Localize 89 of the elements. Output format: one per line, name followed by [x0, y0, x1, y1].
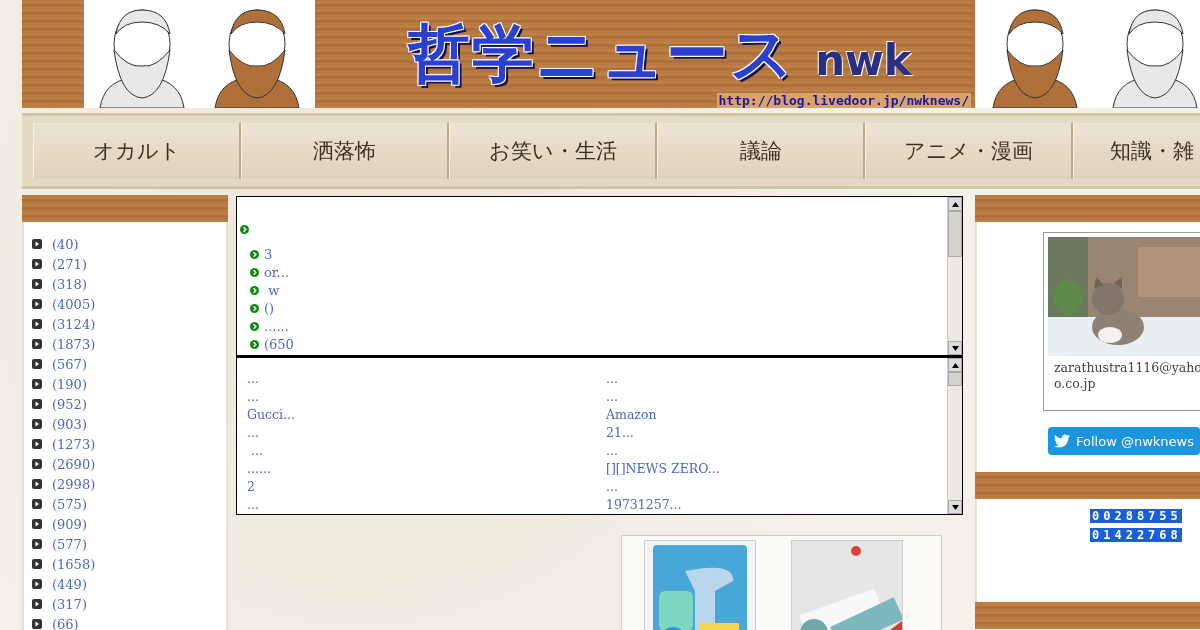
- category-link[interactable]: (577): [52, 536, 87, 552]
- category-link[interactable]: (190): [52, 376, 87, 392]
- site-title: 哲学ニュース: [408, 16, 796, 92]
- headline-link[interactable]: ......: [264, 318, 289, 334]
- triangle-square-icon: [32, 279, 42, 289]
- triangle-square-icon: [32, 419, 42, 429]
- nav-tab[interactable]: オカルト: [33, 123, 241, 179]
- triangle-square-icon: [32, 259, 42, 269]
- triangle-square-icon: [32, 359, 42, 369]
- category-link[interactable]: (2998): [52, 476, 96, 492]
- category-link[interactable]: (40): [52, 236, 79, 252]
- triangle-square-icon: [32, 299, 42, 309]
- article-link[interactable]: ...: [247, 442, 606, 460]
- follow-button[interactable]: Follow @nwknews: [1048, 427, 1200, 455]
- article-link[interactable]: ...: [247, 388, 606, 406]
- category-link[interactable]: (3124): [52, 316, 96, 332]
- nav-tab[interactable]: 知識・雑: [1073, 123, 1200, 179]
- bullet-icon: [250, 303, 259, 313]
- article-link[interactable]: Amazon: [606, 406, 947, 424]
- article-link[interactable]: [][]NEWS ZERO...: [606, 460, 947, 478]
- nav-tab[interactable]: 議論: [657, 123, 865, 179]
- scrollbar[interactable]: [947, 197, 962, 355]
- article-link[interactable]: ...: [606, 478, 947, 496]
- headline-link[interactable]: 3: [264, 246, 273, 262]
- article-link[interactable]: ...: [606, 388, 947, 406]
- scrollbar[interactable]: [947, 358, 962, 514]
- triangle-square-icon: [32, 459, 42, 469]
- triangle-square-icon: [32, 559, 42, 569]
- bullet-icon: [240, 225, 249, 234]
- article-link[interactable]: ...: [247, 370, 606, 388]
- article-link[interactable]: 2: [247, 478, 606, 496]
- bullet-icon: [250, 321, 259, 331]
- article-link[interactable]: ...: [247, 424, 606, 442]
- triangle-square-icon: [32, 539, 42, 549]
- triangle-square-icon: [32, 339, 42, 349]
- triangle-square-icon: [32, 439, 42, 449]
- triangle-square-icon: [32, 239, 42, 249]
- category-link[interactable]: (2690): [52, 456, 96, 472]
- article-link[interactable]: 21...: [606, 424, 947, 442]
- nav-tab[interactable]: 洒落怖: [241, 123, 449, 179]
- headline-link[interactable]: (): [264, 300, 275, 316]
- nav-tab[interactable]: アニメ・漫画: [865, 123, 1073, 179]
- triangle-square-icon: [32, 499, 42, 509]
- down-arrow-icon[interactable]: [951, 504, 959, 510]
- category-link[interactable]: (1658): [52, 556, 96, 572]
- up-arrow-icon[interactable]: [951, 201, 959, 207]
- category-link[interactable]: (575): [52, 496, 87, 512]
- category-link[interactable]: (317): [52, 596, 87, 612]
- article-link[interactable]: ...: [606, 442, 947, 460]
- nav-tab[interactable]: お笑い・生活: [449, 123, 657, 179]
- category-link[interactable]: (903): [52, 416, 87, 432]
- category-link[interactable]: (1873): [52, 336, 96, 352]
- down-arrow-icon[interactable]: [951, 345, 959, 351]
- category-link[interactable]: (909): [52, 516, 87, 532]
- category-link[interactable]: (66): [52, 616, 79, 630]
- site-subtitle: nwk: [815, 36, 912, 85]
- category-link[interactable]: (271): [52, 256, 87, 272]
- site-url: http://blog.livedoor.jp/nwknews/: [716, 93, 971, 108]
- article-link[interactable]: ...: [247, 496, 606, 514]
- triangle-square-icon: [32, 579, 42, 589]
- category-link[interactable]: (952): [52, 396, 87, 412]
- article-link[interactable]: ...: [606, 370, 947, 388]
- triangle-square-icon: [32, 319, 42, 329]
- article-link[interactable]: 19731257...: [606, 496, 947, 514]
- article-link[interactable]: Gucci...: [247, 406, 606, 424]
- triangle-square-icon: [32, 599, 42, 609]
- headline-link[interactable]: w: [264, 282, 280, 298]
- article-link[interactable]: ......: [247, 460, 606, 478]
- headline-link[interactable]: (650: [264, 336, 294, 352]
- bullet-icon: [250, 249, 259, 259]
- scrollbar-thumb[interactable]: [948, 211, 962, 257]
- category-link[interactable]: (1273): [52, 436, 96, 452]
- bullet-icon: [250, 267, 259, 277]
- visitor-counter: 00288755: [1090, 509, 1182, 523]
- visitor-counter: 01422768: [1090, 528, 1182, 542]
- bird-icon: [1054, 433, 1070, 449]
- category-link[interactable]: (449): [52, 576, 87, 592]
- triangle-square-icon: [32, 519, 42, 529]
- category-link[interactable]: (567): [52, 356, 87, 372]
- up-arrow-icon[interactable]: [951, 362, 959, 368]
- bullet-icon: [250, 339, 259, 349]
- category-link[interactable]: (4005): [52, 296, 96, 312]
- category-link[interactable]: (318): [52, 276, 87, 292]
- headline-link[interactable]: or...: [264, 264, 289, 280]
- triangle-square-icon: [32, 379, 42, 389]
- triangle-square-icon: [32, 479, 42, 489]
- bullet-icon: [250, 285, 259, 295]
- triangle-square-icon: [32, 399, 42, 409]
- scrollbar-thumb[interactable]: [948, 372, 962, 386]
